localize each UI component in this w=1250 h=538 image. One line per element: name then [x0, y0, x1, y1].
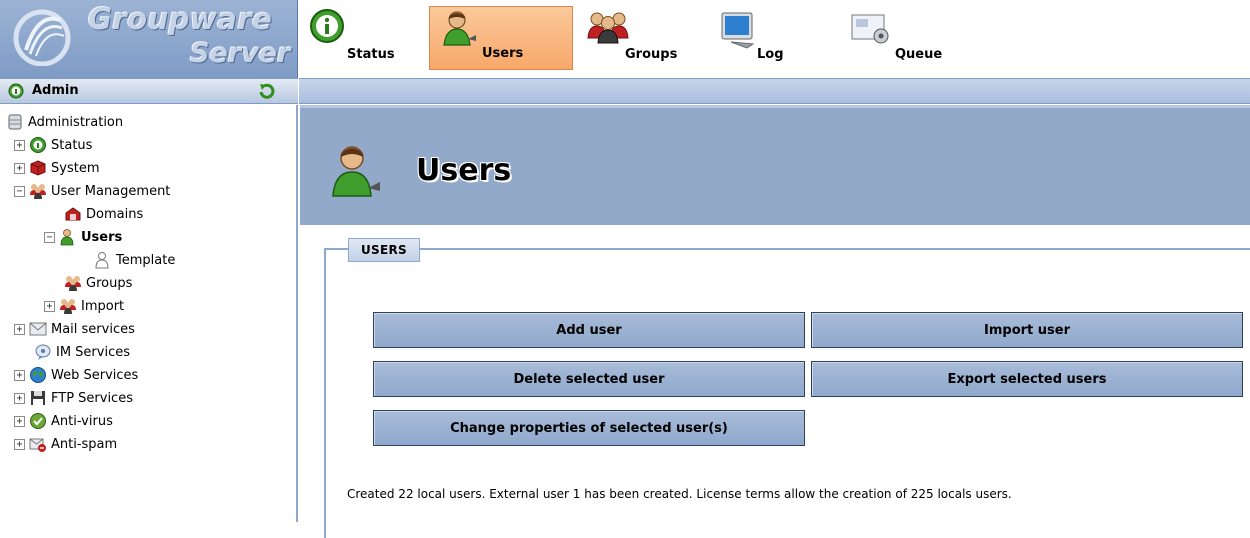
queue-icon: [851, 14, 889, 44]
refresh-icon[interactable]: [258, 82, 276, 100]
main-toolbar: Status Users Groups Log Queue: [299, 0, 1250, 78]
toolbar-log-label: Log: [757, 47, 784, 62]
page-title: Users: [416, 153, 512, 188]
expand-icon[interactable]: +: [14, 139, 25, 151]
sidebar-item-label: Mail services: [51, 321, 135, 337]
toolbar-groups[interactable]: Groups: [581, 6, 691, 70]
sidebar-item-label: User Management: [51, 183, 171, 199]
user-outline-icon: [95, 252, 109, 269]
users-section-label: USERS: [348, 238, 420, 262]
logo-text-server: Server: [190, 38, 291, 69]
logo-swirl-icon: [13, 9, 71, 66]
groups-icon: [30, 184, 46, 199]
toolbar-users-label: Users: [482, 46, 524, 61]
sidebar-item-label: Users: [81, 229, 123, 245]
info-icon: [8, 83, 24, 99]
sidebar-item-user-management[interactable]: − User Management: [14, 180, 170, 202]
sidebar-tree: Administration + Status + System − User …: [0, 105, 298, 522]
globe-icon: [30, 367, 46, 383]
expand-icon[interactable]: +: [14, 162, 25, 174]
sidebar-item-web-services[interactable]: + Web Services: [14, 364, 138, 386]
user-icon: [60, 229, 74, 246]
database-icon: [8, 114, 22, 130]
add-user-button[interactable]: Add user: [373, 312, 805, 348]
logo: Groupware Server: [0, 0, 298, 78]
collapse-icon[interactable]: −: [14, 185, 25, 197]
logo-text-groupware: Groupware: [88, 2, 273, 36]
app-header: Groupware Server Status Users Groups Log…: [0, 0, 1250, 104]
sidebar-item-groups[interactable]: Groups: [64, 272, 132, 294]
page-header: Users: [300, 105, 1250, 225]
export-selected-users-button[interactable]: Export selected users: [811, 361, 1243, 397]
sidebar-item-im-services[interactable]: IM Services: [34, 341, 130, 363]
sidebar-item-import[interactable]: + Import: [44, 295, 124, 317]
cube-icon: [30, 160, 46, 176]
sidebar-item-label: Groups: [86, 275, 133, 291]
expand-icon[interactable]: +: [14, 415, 25, 427]
sidebar-item-label: Template: [116, 252, 176, 268]
domain-icon: [65, 207, 81, 221]
sidebar-item-ftp-services[interactable]: + FTP Services: [14, 387, 133, 409]
expand-icon[interactable]: +: [14, 392, 25, 404]
toolbar-log[interactable]: Log: [717, 6, 807, 70]
sidebar-item-label: Status: [51, 137, 93, 153]
sidebar-item-label: System: [51, 160, 100, 176]
admin-label: Admin: [32, 83, 79, 98]
user-icon: [443, 11, 476, 46]
sidebar-item-template[interactable]: Template: [94, 249, 175, 271]
sidebar-item-anti-virus[interactable]: + Anti-virus: [14, 410, 113, 432]
sidebar-item-label: Administration: [28, 114, 124, 130]
expand-icon[interactable]: +: [44, 300, 55, 312]
antispam-icon: [29, 438, 46, 452]
collapse-icon[interactable]: −: [44, 231, 55, 243]
expand-icon[interactable]: +: [14, 323, 25, 335]
toolbar-queue-label: Queue: [895, 47, 943, 62]
sidebar-item-label: Domains: [86, 206, 144, 222]
sidebar-item-label: IM Services: [56, 344, 131, 360]
sidebar-item-mail-services[interactable]: + Mail services: [14, 318, 135, 340]
monitor-icon: [721, 12, 755, 49]
toolbar-groups-label: Groups: [625, 47, 678, 62]
expand-icon[interactable]: +: [14, 369, 25, 381]
sidebar-item-label: Import: [81, 298, 125, 314]
user-icon: [332, 146, 380, 197]
floppy-icon: [31, 391, 45, 405]
main-content: Users USERS Add user Import user Delete …: [300, 105, 1250, 538]
delete-selected-user-button[interactable]: Delete selected user: [373, 361, 805, 397]
mail-icon: [29, 322, 47, 336]
info-icon: [30, 137, 46, 153]
sidebar-item-label: Anti-spam: [51, 436, 118, 452]
change-properties-button[interactable]: Change properties of selected user(s): [373, 410, 805, 446]
sidebar-item-status[interactable]: + Status: [14, 134, 92, 156]
sidebar-item-users[interactable]: − Users: [44, 226, 122, 248]
import-user-button[interactable]: Import user: [811, 312, 1243, 348]
toolbar-users[interactable]: Users: [429, 6, 573, 70]
toolbar-status[interactable]: Status: [307, 6, 407, 70]
antivirus-icon: [30, 413, 46, 429]
sidebar-item-system[interactable]: + System: [14, 157, 99, 179]
chat-icon: [35, 344, 51, 360]
toolbar-queue[interactable]: Queue: [847, 6, 957, 70]
sidebar-item-domains[interactable]: Domains: [64, 203, 143, 225]
sidebar-item-label: FTP Services: [51, 390, 133, 406]
expand-icon[interactable]: +: [14, 438, 25, 450]
nav-strip: [299, 78, 1250, 104]
sidebar-item-anti-spam[interactable]: + Anti-spam: [14, 433, 117, 455]
info-icon: [310, 9, 344, 43]
sidebar-item-administration[interactable]: Administration: [6, 111, 123, 133]
toolbar-status-label: Status: [347, 47, 395, 62]
sidebar-item-label: Web Services: [51, 367, 139, 383]
admin-bar: Admin: [0, 78, 298, 104]
groups-icon: [587, 12, 629, 44]
groups-icon: [60, 299, 76, 314]
groups-icon: [65, 276, 81, 291]
sidebar-item-label: Anti-virus: [51, 413, 113, 429]
user-count-status-text: Created 22 local users. External user 1 …: [347, 487, 1012, 501]
